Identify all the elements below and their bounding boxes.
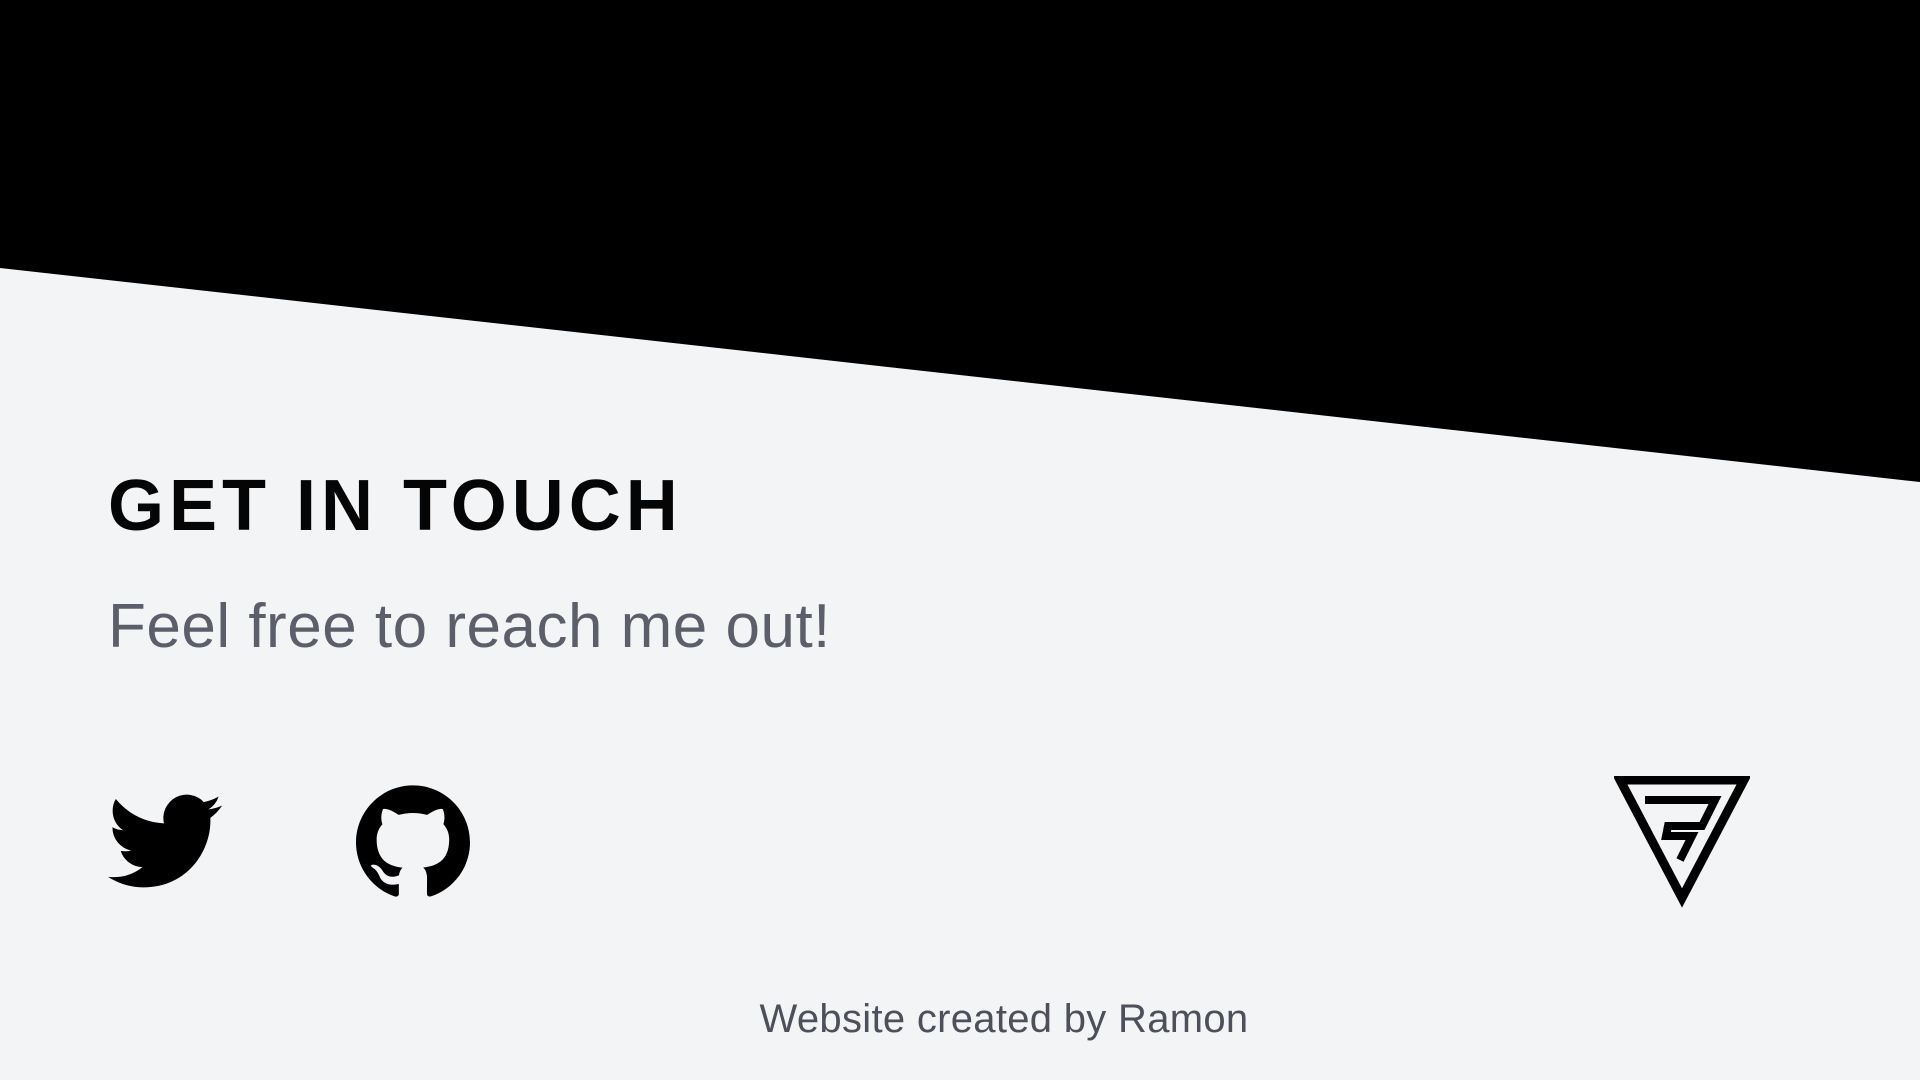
twitter-link[interactable] <box>108 784 222 898</box>
contact-section: GET IN TOUCH Feel free to reach me out! <box>108 470 831 658</box>
contact-subheading: Feel free to reach me out! <box>108 592 831 661</box>
github-icon <box>356 785 470 897</box>
footer-credit: Website created by Ramon <box>759 997 1249 1041</box>
logo-mark <box>1614 776 1750 908</box>
contact-heading: GET IN TOUCH <box>108 466 683 546</box>
github-link[interactable] <box>356 784 470 898</box>
social-links <box>108 784 604 898</box>
triangle-r-logo <box>1614 776 1750 910</box>
contact-page: GET IN TOUCH Feel free to reach me out! … <box>0 0 1920 1080</box>
twitter-icon <box>108 794 222 888</box>
